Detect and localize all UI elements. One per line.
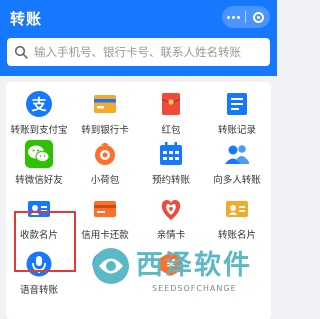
close-ring-icon <box>253 11 265 23</box>
red-packet-icon <box>157 90 185 118</box>
alipay-zhi-icon: 支 <box>25 90 53 118</box>
grid-item-transfer-card[interactable]: 转账名片 <box>204 187 270 247</box>
watermark: 西泽软件 SEEDSOFCHANGE <box>78 241 277 319</box>
grid-item-label: 信用卡还款 <box>81 230 129 241</box>
grid-item-label: 预约转账 <box>151 175 190 186</box>
capsule-divider <box>245 11 247 23</box>
more-button[interactable] <box>223 7 243 27</box>
grid-item-transfer-to-wechat-friend[interactable]: 转微信好友 <box>6 132 72 192</box>
more-dots-icon <box>226 15 240 19</box>
watermark-logo-icon <box>93 248 129 284</box>
bank-card-icon <box>91 90 119 118</box>
mini-program-capsule <box>222 6 270 28</box>
grid-item-family-card[interactable]: 亲情卡 <box>138 187 204 247</box>
header-bar: 转账 输入手机号、银行卡号、联系人姓名转账 <box>0 0 277 76</box>
family-card-icon <box>157 195 185 223</box>
wechat-icon <box>25 140 53 168</box>
grid-item-label: 语音转账 <box>19 285 58 296</box>
grid-item-credit-card-repayment[interactable]: 信用卡还款 <box>72 187 138 247</box>
grid-item-label: 转账名片 <box>217 230 256 241</box>
multi-person-icon <box>223 140 251 168</box>
search-bar[interactable]: 输入手机号、银行卡号、联系人姓名转账 <box>7 38 270 66</box>
grid-item-label: 小荷包 <box>90 175 120 186</box>
transfer-card-icon <box>223 195 251 223</box>
grid-item-scheduled-transfer[interactable]: 预约转账 <box>138 132 204 192</box>
close-button[interactable] <box>249 7 269 27</box>
calendar-icon <box>157 140 185 168</box>
credit-card-icon <box>91 195 119 223</box>
grid-item-label: 亲情卡 <box>156 230 186 241</box>
watermark-subtitle: SEEDSOFCHANGE <box>152 284 237 293</box>
highlight-box <box>14 211 76 272</box>
small-pouch-icon <box>91 140 119 168</box>
grid-item-label: 转微信好友 <box>15 175 63 186</box>
search-input[interactable]: 输入手机号、银行卡号、联系人姓名转账 <box>34 44 241 60</box>
grid-item-small-pouch[interactable]: 小荷包 <box>72 132 138 192</box>
grid-item-label: 向多人转账 <box>213 175 261 186</box>
transfer-records-icon <box>223 90 251 118</box>
grid-item-transfer-to-multiple[interactable]: 向多人转账 <box>204 132 270 192</box>
search-icon <box>13 44 29 60</box>
watermark-text: 西泽软件 <box>136 250 252 281</box>
page-title: 转账 <box>10 10 43 28</box>
svg-text:支: 支 <box>30 96 47 114</box>
